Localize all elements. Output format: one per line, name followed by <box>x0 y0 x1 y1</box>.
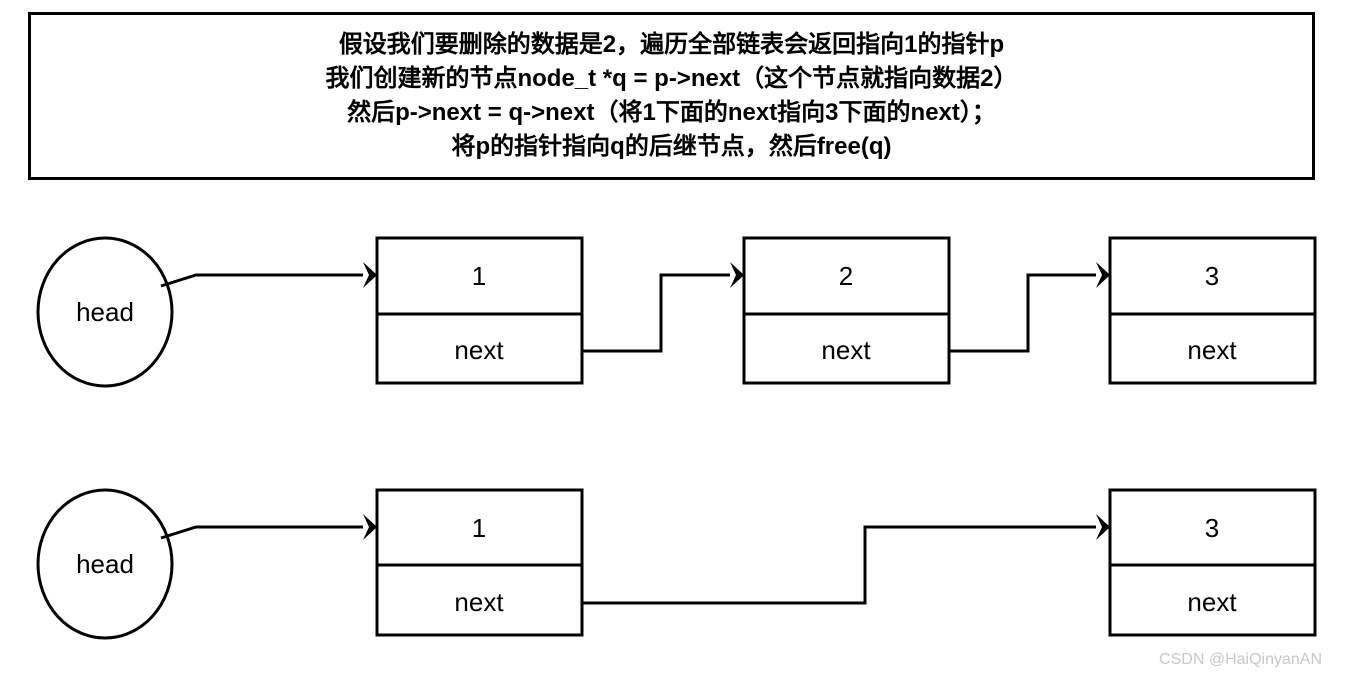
node-3-after: 3 next <box>1108 488 1317 637</box>
node-value: 3 <box>1205 513 1219 543</box>
node-value: 1 <box>472 513 486 543</box>
connector-node1-to-node2-before <box>582 262 744 353</box>
node-2-before: 2 next <box>742 236 951 385</box>
diagram-canvas: 假设我们要删除的数据是2，遍历全部链表会返回指向1的指针p 我们创建新的节点no… <box>0 0 1350 677</box>
arrow-head-icon <box>730 262 744 288</box>
node-next-label: next <box>821 335 871 365</box>
arrow-head-icon <box>1096 514 1110 540</box>
arrow-head-icon <box>363 262 377 288</box>
head-ellipse-label: head <box>76 297 134 327</box>
linked-list-row-before: head 1 next 2 next 3 next <box>36 236 1317 388</box>
node-1-before: 1 next <box>375 236 584 385</box>
node-next-label: next <box>1187 335 1237 365</box>
linked-list-row-after: head 1 next 3 next <box>36 488 1317 640</box>
connector-node2-to-node3-before <box>949 262 1110 353</box>
head-pointer-before: head <box>36 236 174 388</box>
arrow-head-icon <box>363 514 377 540</box>
connector-head-to-node1-before <box>160 262 377 288</box>
connector-head-to-node1-after <box>160 514 377 540</box>
head-ellipse-label: head <box>76 549 134 579</box>
head-pointer-after: head <box>36 488 174 640</box>
node-value: 1 <box>472 261 486 291</box>
linked-list-diagram: head 1 next 2 next 3 next head 1 next 3 … <box>36 236 1317 640</box>
node-next-label: next <box>454 587 504 617</box>
arrow-head-icon <box>1096 262 1110 288</box>
node-value: 3 <box>1205 261 1219 291</box>
node-value: 2 <box>839 261 853 291</box>
node-1-after: 1 next <box>375 488 584 637</box>
node-3-before: 3 next <box>1108 236 1317 385</box>
node-next-label: next <box>454 335 504 365</box>
node-next-label: next <box>1187 587 1237 617</box>
connector-node1-to-node3-after <box>582 514 1110 605</box>
csdn-watermark: CSDN @HaiQinyanAN <box>1159 651 1322 668</box>
